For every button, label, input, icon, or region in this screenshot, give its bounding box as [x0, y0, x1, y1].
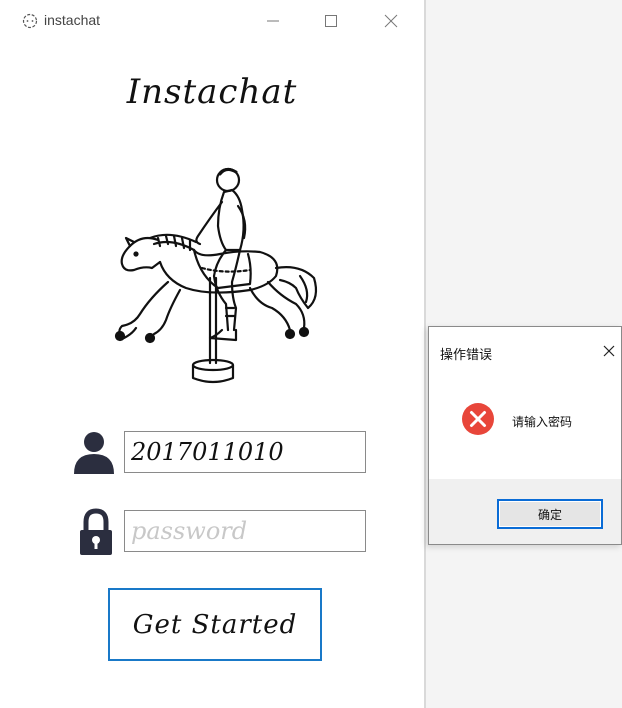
- lock-icon: [80, 508, 112, 555]
- username-field[interactable]: [124, 431, 366, 473]
- login-window: instachat Instachat 2017011010 Get Start…: [0, 0, 424, 708]
- dialog-close-icon[interactable]: [601, 343, 617, 359]
- maximize-icon[interactable]: [320, 10, 342, 32]
- carousel-horse-illustration: [114, 167, 318, 384]
- user-icon: [74, 432, 114, 474]
- close-icon[interactable]: [380, 10, 402, 32]
- dialog-footer: 确定: [429, 479, 621, 544]
- error-dialog: 操作错误 请输入密码 确定: [428, 326, 622, 545]
- dialog-title: 操作错误: [440, 347, 493, 362]
- title-bar: instachat: [0, 0, 424, 42]
- password-field[interactable]: [124, 510, 366, 552]
- app-heading: Instachat: [126, 72, 298, 112]
- window-title: instachat: [44, 12, 101, 28]
- ok-button[interactable]: 确定: [497, 499, 603, 529]
- error-icon: [462, 403, 494, 435]
- get-started-button[interactable]: Get Started: [108, 588, 322, 661]
- dialog-message: 请输入密码: [512, 415, 573, 429]
- app-logo-icon: [22, 13, 38, 29]
- minimize-icon[interactable]: [262, 10, 284, 32]
